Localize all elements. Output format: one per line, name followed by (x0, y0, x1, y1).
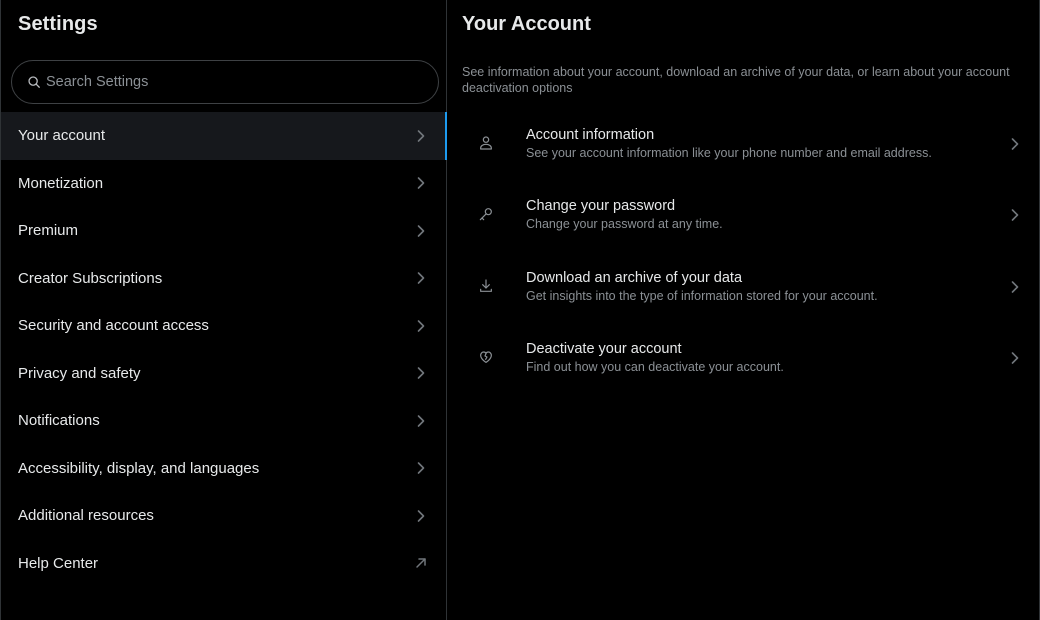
sidebar-item-additional-resources[interactable]: Additional resources (1, 492, 447, 540)
download-archive-item[interactable]: Download an archive of your data Get ins… (447, 251, 1039, 322)
chevron-right-icon (413, 128, 429, 144)
chevron-right-icon (1007, 350, 1023, 366)
sidebar-item-accessibility[interactable]: Accessibility, display, and languages (1, 445, 447, 493)
chevron-right-icon (1007, 279, 1023, 295)
sidebar-item-label: Premium (18, 222, 79, 240)
sidebar-item-label: Privacy and safety (18, 364, 141, 382)
sidebar-item-label: Help Center (18, 554, 99, 572)
key-icon (477, 205, 495, 223)
settings-app: Settings Your account Monetization (0, 0, 1040, 620)
account-item-title: Change your password (526, 198, 676, 215)
sidebar-item-notifications[interactable]: Notifications (1, 397, 447, 445)
chevron-right-icon (1007, 207, 1023, 223)
chevron-right-icon (413, 365, 429, 381)
chevron-right-icon (413, 270, 429, 286)
sidebar-item-label: Your account (18, 127, 106, 145)
download-icon (477, 277, 495, 295)
sidebar-item-privacy[interactable]: Privacy and safety (1, 350, 447, 398)
sidebar-item-creator-subscriptions[interactable]: Creator Subscriptions (1, 255, 447, 303)
change-password-item[interactable]: Change your password Change your passwor… (447, 179, 1039, 250)
account-information-item[interactable]: Account information See your account inf… (447, 108, 1039, 179)
sidebar-item-premium[interactable]: Premium (1, 207, 447, 255)
account-item-subtitle: See your account information like your p… (526, 146, 932, 160)
chevron-right-icon (413, 318, 429, 334)
chevron-right-icon (413, 508, 429, 524)
account-item-subtitle: Change your password at any time. (526, 217, 723, 232)
chevron-right-icon (1007, 136, 1023, 152)
sidebar-item-help-center[interactable]: Help Center (1, 540, 447, 588)
search-box[interactable] (11, 60, 439, 104)
external-link-arrow-icon (413, 555, 429, 571)
chevron-right-icon (413, 413, 429, 429)
chevron-right-icon (413, 223, 429, 239)
deactivate-account-item[interactable]: Deactivate your account Find out how you… (447, 322, 1039, 393)
settings-title: Settings (18, 13, 98, 35)
chevron-right-icon (413, 460, 429, 476)
account-item-title: Download an archive of your data (526, 269, 743, 286)
settings-nav: Your account Monetization Premium Creato… (1, 112, 447, 587)
sidebar-item-monetization[interactable]: Monetization (1, 160, 447, 208)
sidebar-item-label: Creator Subscriptions (18, 269, 163, 287)
settings-sidebar: Settings Your account Monetization (0, 0, 447, 620)
account-item-title: Deactivate your account (526, 340, 682, 357)
account-panel: Your Account See information about your … (447, 0, 1040, 620)
account-item-title: Account information (526, 127, 655, 143)
sidebar-item-label: Notifications (18, 412, 100, 430)
account-options-list: Account information See your account inf… (447, 108, 1039, 393)
chevron-right-icon (413, 175, 429, 191)
account-item-subtitle: Find out how you can deactivate your acc… (526, 359, 784, 374)
account-item-subtitle: Get insights into the type of informatio… (526, 288, 878, 303)
sidebar-item-label: Additional resources (18, 507, 154, 525)
sidebar-item-security[interactable]: Security and account access (1, 302, 447, 350)
page-description: See information about your account, down… (462, 65, 1010, 95)
search-input[interactable] (46, 74, 426, 90)
person-icon (477, 134, 495, 152)
sidebar-item-label: Security and account access (18, 317, 209, 335)
sidebar-item-your-account[interactable]: Your account (1, 112, 447, 160)
sidebar-item-label: Accessibility, display, and languages (18, 459, 260, 477)
sidebar-item-label: Monetization (18, 174, 104, 192)
page-title: Your Account (462, 13, 591, 35)
search-icon (26, 74, 42, 90)
broken-heart-icon (477, 348, 495, 366)
